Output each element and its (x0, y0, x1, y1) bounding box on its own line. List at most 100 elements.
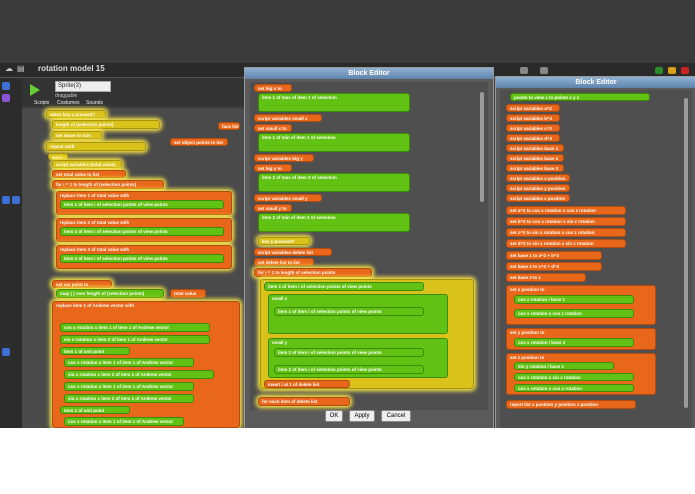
division-block[interactable]: sin y rotation / base 1 (514, 362, 614, 370)
if-block[interactable]: length of (selection points) (52, 120, 160, 129)
set-block[interactable]: set big y to (254, 164, 292, 172)
sprite-name-input[interactable]: Sprite(3) (55, 81, 111, 92)
script-variables-block[interactable]: script variables small x (254, 114, 322, 122)
item-of-block[interactable]: item 1 of min of item 1 of selection (258, 133, 410, 152)
product-block[interactable]: cos x rotation x cos x rotation (514, 384, 634, 392)
unit-point-block[interactable]: item 1 of unit point (60, 406, 130, 414)
set-block[interactable]: set d^2 to sin x rotation x sin z rotati… (506, 239, 626, 248)
item-of-block[interactable]: item 3 of item i of selection points of … (60, 254, 224, 263)
file-icon[interactable]: ▤ (17, 65, 27, 73)
apply-button[interactable]: Apply (349, 410, 375, 422)
key-pressed-block[interactable]: key y pressed? (258, 237, 310, 245)
palette-block-icon[interactable] (2, 196, 10, 204)
tab-scripts[interactable]: Scripts (34, 100, 49, 106)
script-variables-block[interactable]: script variables z position (506, 194, 570, 202)
set-delete-list-block[interactable]: set delete list to list (254, 258, 314, 266)
repeat-until-block[interactable]: repeat until (46, 142, 146, 151)
set-block[interactable]: set b^2 to cos x rotation x sin z rotati… (506, 217, 626, 226)
map-block[interactable]: map ( ) over length of (selection points… (56, 289, 164, 298)
set-block[interactable]: set a^2 to cos x rotation x cos z rotati… (506, 206, 626, 215)
rotation-block[interactable]: sin x rotation x item 2 of item 1 of And… (64, 370, 214, 379)
cancel-button[interactable]: Cancel (381, 410, 411, 422)
set-total-value-block[interactable]: set total value to list (52, 170, 126, 178)
vertical-scrollbar[interactable] (480, 92, 484, 202)
stage-size-icon[interactable] (520, 67, 528, 74)
block-editor-canvas[interactable]: set big x to item 1 of max of item 1 of … (250, 82, 488, 410)
script-variables-block[interactable]: script variables small y (254, 194, 322, 202)
division-block[interactable]: cos x rotation / base 2 (514, 338, 634, 347)
sin-rotation-block[interactable]: sin x rotation x item 2 of item 1 of And… (60, 335, 210, 344)
script-variables-block[interactable]: script variables y position (506, 184, 570, 192)
palette-block-icon[interactable] (2, 348, 10, 356)
for-loop-block[interactable]: for i = 1 to length of (selection points… (52, 180, 164, 189)
item-of-block[interactable]: item 2 of item i of selection points of … (274, 348, 424, 357)
rotation-block[interactable]: cos x rotation x item 1 of item 1 of And… (64, 417, 184, 426)
for-loop-block[interactable]: for i = 1 to length of selection points (254, 268, 372, 277)
dialog-title[interactable]: Block Editor (245, 68, 493, 79)
script-variables-block[interactable]: script variables base 2 (506, 154, 564, 162)
set-move-block[interactable]: set move to true (52, 131, 102, 139)
rotation-block[interactable]: sin x rotation x item 2 of item 1 of And… (64, 394, 194, 403)
rotation-block[interactable]: cos x rotation x item 1 of item 1 of And… (64, 382, 194, 391)
division-block[interactable]: cos z rotation / base 1 (514, 295, 634, 304)
set-block[interactable]: set big x to (254, 84, 292, 92)
script-variables-block[interactable]: script variables d^2 (506, 134, 560, 142)
set-block[interactable]: set small y to (254, 204, 292, 212)
script-variables-block[interactable]: script variables base 3 (506, 164, 564, 172)
item-of-block[interactable]: item 2 of item i of selection points of … (274, 365, 424, 374)
report-block[interactable]: report list x position y position z posi… (506, 400, 636, 409)
set-block[interactable]: set small x to (254, 124, 292, 132)
script-variables-block[interactable]: script variables c^2 (506, 124, 560, 132)
script-variables-block[interactable]: script variables delete list (254, 248, 332, 256)
item-of-block[interactable]: item 1 of item i of selection points of … (264, 282, 424, 291)
face-list-block[interactable]: face list (218, 122, 240, 130)
script-variables-block[interactable]: script variables a^2 (506, 104, 560, 112)
set-block[interactable]: set base 2 to c^2 + d^2 (506, 262, 602, 271)
item-of-block[interactable]: item 2 of min of item 2 of selection (258, 213, 410, 232)
tab-sounds[interactable]: Sounds (86, 100, 103, 106)
product-block[interactable]: cos x rotation x cos z rotation (514, 309, 634, 318)
total-value-reporter[interactable]: total value (170, 289, 206, 298)
rotation-block[interactable]: cos x rotation x item 1 of item 1 of And… (64, 358, 194, 367)
for-each-block[interactable]: for each item of delete list (258, 397, 350, 406)
cos-rotation-block[interactable]: cos x rotation x item 1 of item 1 of And… (60, 323, 210, 332)
palette-block-icon[interactable] (12, 196, 20, 204)
script-variables-block[interactable]: script variables x position (506, 174, 570, 182)
pause-icon[interactable] (668, 67, 676, 74)
script-variables-block[interactable]: script variables (total value) (52, 160, 122, 168)
dialog-title[interactable]: Block Editor (496, 77, 695, 88)
item-of-block[interactable]: item 1 of item i of selection points of … (60, 200, 224, 209)
block-editor-canvas[interactable]: points to view x to points x y z script … (500, 90, 692, 428)
object-points-block[interactable]: set object points to list (170, 138, 228, 146)
item-of-block[interactable]: item 1 of max of item 1 of selection (258, 93, 410, 112)
draggable-checkbox[interactable]: draggable (55, 93, 77, 99)
stop-icon[interactable] (681, 67, 689, 74)
script-variables-block[interactable]: script variables base 1 (506, 144, 564, 152)
tab-costumes[interactable]: Costumes (57, 100, 80, 106)
unit-point-block[interactable]: item 1 of unit point (60, 347, 130, 355)
green-flag-icon[interactable] (655, 67, 663, 74)
set-x-position-block[interactable]: set x position to (506, 285, 656, 325)
looks-category-icon[interactable] (2, 94, 10, 102)
hat-block[interactable]: when key y pressed? (46, 110, 106, 118)
fullscreen-icon[interactable] (540, 67, 548, 74)
item-of-block[interactable]: item 2 of max of item 2 of selection (258, 173, 410, 192)
set-block[interactable]: set base 3 to z (506, 273, 586, 282)
script-variables-block[interactable]: script variables b^2 (506, 114, 560, 122)
set-block[interactable]: set base 1 to a^2 + b^2 (506, 251, 602, 260)
product-block[interactable]: cos x rotation x sin x rotation (514, 373, 634, 381)
script-area[interactable]: when key y pressed? length of (selection… (22, 108, 244, 428)
cloud-icon[interactable]: ☁ (5, 65, 15, 73)
vertical-scrollbar[interactable] (684, 98, 688, 408)
script-variables-block[interactable]: script variables big y (254, 154, 314, 162)
ok-button[interactable]: OK (325, 410, 343, 422)
sprite-arrow-icon (30, 84, 40, 96)
set-var-point-block[interactable]: set var point to (52, 280, 112, 288)
prototype-hat-block[interactable]: points to view x to points x y z (510, 93, 650, 101)
set-block[interactable]: set c^2 to sin x rotation x cos z rotati… (506, 228, 626, 237)
item-of-block[interactable]: item 1 of item i of selection points of … (274, 307, 424, 316)
warp-block[interactable]: warp (48, 153, 68, 160)
motion-category-icon[interactable] (2, 82, 10, 90)
insert-block[interactable]: insert i at 1 of delete list (264, 380, 350, 388)
item-of-block[interactable]: item 2 of item i of selection points of … (60, 227, 224, 236)
